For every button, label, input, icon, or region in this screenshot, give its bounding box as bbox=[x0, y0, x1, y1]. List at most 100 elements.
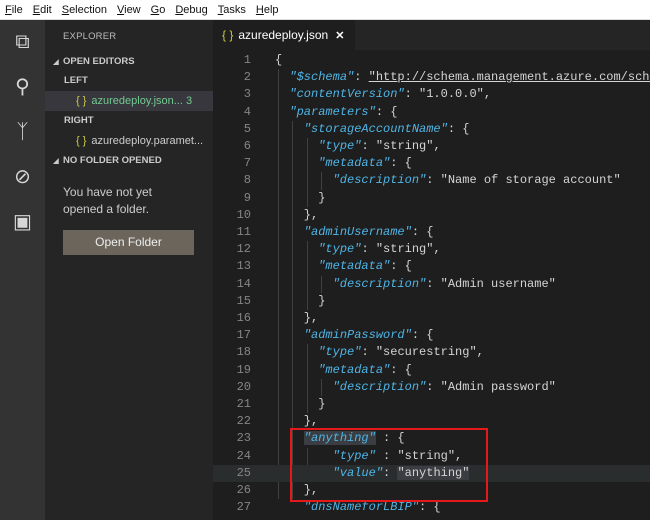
line-number: 6 bbox=[243, 139, 251, 153]
collapse-triangle-icon: ◢ bbox=[53, 158, 59, 165]
code-line: 2 "$schema": "http://schema.management.a… bbox=[213, 69, 650, 86]
open-editor-azuredeploy-json[interactable]: { } azuredeploy.json... 3 bbox=[45, 91, 213, 111]
menu-debug[interactable]: Debug bbox=[170, 4, 212, 16]
menu-tasks[interactable]: Tasks bbox=[213, 4, 251, 16]
json-key: "type" bbox=[318, 139, 362, 153]
punctuation: : bbox=[404, 87, 420, 102]
line-code: "metadata": { bbox=[275, 362, 412, 379]
code-line: 4 "parameters": { bbox=[213, 104, 650, 121]
line-code: "description": "Name of storage account" bbox=[275, 172, 621, 189]
punctuation bbox=[275, 122, 304, 136]
json-string: "string" bbox=[375, 139, 434, 153]
no-folder-header[interactable]: ◢ NO FOLDER OPENED bbox=[45, 151, 213, 170]
json-string: "string" bbox=[375, 242, 434, 257]
json-key: "parameters" bbox=[289, 104, 376, 119]
menu-edit[interactable]: Edit bbox=[28, 4, 57, 16]
json-key: "type" bbox=[318, 345, 362, 360]
line-number: 10 bbox=[236, 207, 251, 222]
punctuation: , bbox=[476, 345, 484, 360]
line-number: 1 bbox=[243, 53, 251, 67]
close-icon[interactable]: ✕ bbox=[335, 30, 344, 42]
line-number: 17 bbox=[236, 328, 251, 343]
line-number: 12 bbox=[236, 242, 251, 257]
explorer-title: EXPLORER bbox=[63, 31, 117, 42]
search-icon[interactable]: ⚲ bbox=[10, 75, 35, 100]
punctuation: }, bbox=[275, 311, 319, 325]
json-string: "Name of storage account" bbox=[440, 173, 621, 188]
open-editor-azuredeploy-parameters[interactable]: { } azuredeploy.paramet... bbox=[45, 131, 213, 151]
line-code: } bbox=[275, 396, 325, 413]
punctuation: : bbox=[361, 345, 376, 360]
line-number: 25 bbox=[236, 465, 251, 480]
debug-icon[interactable]: ⊘ bbox=[10, 165, 35, 190]
line-code: { bbox=[275, 52, 282, 69]
line-code: "type": "string", bbox=[275, 138, 440, 155]
json-key: "adminUsername" bbox=[303, 225, 412, 239]
punctuation bbox=[275, 328, 304, 342]
code-line: 14 "description": "Admin username" bbox=[213, 276, 650, 293]
punctuation: : { bbox=[375, 104, 398, 119]
punctuation bbox=[275, 277, 333, 291]
json-string: "securestring" bbox=[375, 345, 477, 360]
menu-view[interactable]: View bbox=[112, 4, 146, 16]
code-line: 21 } bbox=[213, 396, 650, 413]
line-code: "adminUsername": { bbox=[275, 224, 434, 241]
menu-selection[interactable]: Selection bbox=[57, 4, 112, 16]
line-code: }, bbox=[275, 207, 318, 224]
line-number: 2 bbox=[243, 70, 251, 85]
punctuation bbox=[275, 87, 289, 101]
code-line: 8 "description": "Name of storage accoun… bbox=[213, 172, 650, 189]
line-code: "parameters": { bbox=[275, 104, 397, 121]
line-code: "adminPassword": { bbox=[275, 327, 434, 344]
json-string: "Admin password" bbox=[440, 379, 556, 394]
json-key: "metadata" bbox=[318, 156, 391, 171]
code-line: 10 }, bbox=[213, 207, 650, 224]
code-line: 13 "metadata": { bbox=[213, 258, 650, 275]
line-code: "metadata": { bbox=[275, 258, 412, 275]
line-number: 16 bbox=[236, 311, 251, 325]
json-key: "metadata" bbox=[318, 259, 391, 274]
group-right: RIGHT bbox=[64, 115, 94, 126]
code-line: 9 } bbox=[213, 190, 650, 207]
collapse-triangle-icon: ◢ bbox=[53, 59, 59, 66]
punctuation: : { bbox=[390, 259, 412, 274]
code-line: 12 "type": "string", bbox=[213, 241, 650, 258]
punctuation bbox=[275, 380, 333, 394]
punctuation: : { bbox=[447, 121, 470, 136]
code-line: 5 "storageAccountName": { bbox=[213, 121, 650, 138]
code-line: 1{ bbox=[213, 52, 650, 69]
punctuation: , bbox=[433, 242, 441, 257]
punctuation bbox=[275, 105, 289, 119]
line-number: 24 bbox=[236, 448, 251, 463]
line-number: 22 bbox=[236, 414, 251, 429]
tab-azuredeploy-json[interactable]: { } azuredeploy.json ✕ bbox=[213, 20, 355, 50]
line-code: "type": "string", bbox=[275, 241, 441, 258]
json-key: "description" bbox=[332, 379, 427, 394]
menu-help[interactable]: Help bbox=[251, 4, 284, 16]
punctuation: }, bbox=[275, 414, 319, 429]
line-code: "contentVersion": "1.0.0.0", bbox=[275, 86, 491, 103]
menu-file[interactable]: File bbox=[0, 4, 28, 16]
punctuation: : bbox=[426, 173, 441, 188]
code-line: 17 "adminPassword": { bbox=[213, 327, 650, 344]
line-number: 20 bbox=[236, 379, 251, 394]
extensions-icon[interactable]: ▣ bbox=[10, 210, 35, 235]
files-icon[interactable]: ⧉ bbox=[10, 30, 35, 55]
punctuation bbox=[275, 363, 318, 377]
line-number: 21 bbox=[236, 397, 251, 411]
group-left: LEFT bbox=[64, 75, 88, 86]
json-key: "type" bbox=[318, 242, 362, 257]
open-folder-button[interactable]: Open Folder bbox=[63, 230, 194, 255]
code-line: 11 "adminUsername": { bbox=[213, 224, 650, 241]
json-key: "dnsNameforLBIP" bbox=[303, 500, 420, 515]
no-folder-message: You have not yet opened a folder. bbox=[63, 185, 152, 216]
json-key: "storageAccountName" bbox=[303, 121, 448, 136]
menu-go[interactable]: Go bbox=[146, 4, 171, 16]
line-number: 13 bbox=[236, 259, 251, 274]
line-code: "$schema": "http://schema.management.azu… bbox=[275, 69, 650, 86]
open-editors-header[interactable]: ◢ OPEN EDITORS bbox=[45, 52, 213, 71]
source-control-icon[interactable]: ᛉ bbox=[10, 120, 35, 145]
json-key: "$schema" bbox=[289, 70, 355, 85]
punctuation: : bbox=[361, 139, 376, 153]
line-number: 4 bbox=[243, 104, 251, 119]
